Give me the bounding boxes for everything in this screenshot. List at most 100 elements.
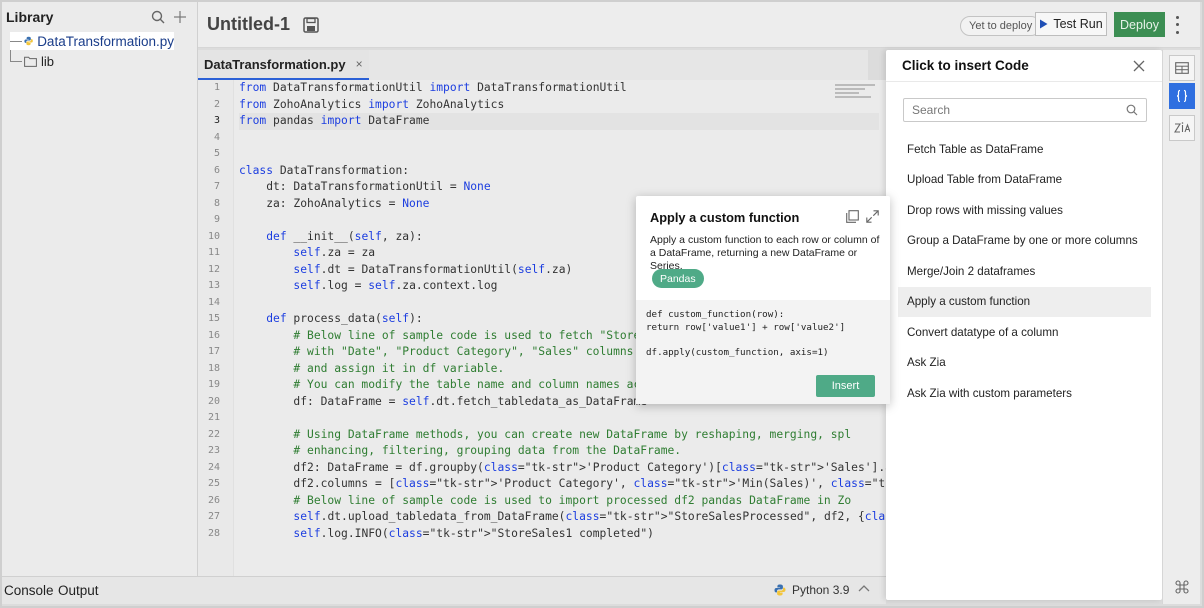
line-number: 27 <box>207 511 220 522</box>
copy-icon[interactable] <box>846 210 859 223</box>
python-icon <box>774 584 786 596</box>
table-icon[interactable] <box>1169 55 1195 81</box>
deploy-button[interactable]: Deploy <box>1114 12 1165 37</box>
snippet-item[interactable]: Apply a custom function <box>898 286 1151 317</box>
line-number: 10 <box>207 230 220 242</box>
code-line[interactable]: 22 # Using DataFrame methods, you can cr… <box>208 427 879 444</box>
line-number: 18 <box>207 362 220 374</box>
search-icon <box>1126 104 1138 116</box>
library-header: Library <box>2 2 197 32</box>
line-content: class DataTransformation: <box>239 163 410 177</box>
snippet-search-input[interactable] <box>903 98 1147 122</box>
output-tab[interactable]: Output <box>58 583 99 598</box>
line-number: 23 <box>207 445 220 456</box>
play-icon <box>1040 19 1048 29</box>
code-line[interactable]: 27 self.dt.upload_tabledata_from_DataFra… <box>208 509 886 526</box>
line-content: # Below line of sample code is used to f… <box>293 328 648 342</box>
line-number: 11 <box>207 247 220 258</box>
library-tag: Pandas <box>652 269 704 288</box>
search-icon[interactable] <box>147 6 169 28</box>
library-sidebar: Library DataTransformation.py lib <box>2 2 198 576</box>
line-content: # and assign it in df variable. <box>293 361 505 375</box>
line-number: 13 <box>207 280 220 291</box>
bottom-bar: Console Output Python 3.9 <box>2 576 886 604</box>
python-icon <box>24 36 33 46</box>
code-preview-text: def custom_function(row): return row['va… <box>646 309 846 358</box>
code-line[interactable]: 25 df2.columns = [class="tk-str">'Produc… <box>208 476 886 493</box>
page-title: Untitled-1 <box>207 14 290 34</box>
code-line[interactable]: 6 class DataTransformation: <box>214 163 879 180</box>
snippet-item[interactable]: Group a DataFrame by one or more columns <box>898 226 1151 257</box>
line-content: df: DataFrame = self.dt.fetch_tabledata_… <box>239 394 648 408</box>
code-line[interactable]: 5 <box>214 146 879 163</box>
insert-code-panel: Click to insert Code Fetch Table as Data… <box>886 50 1162 600</box>
console-tab[interactable]: Console <box>4 583 54 598</box>
code-line[interactable]: 28 self.log.INFO(class="tk-str">"StoreSa… <box>208 526 879 543</box>
line-number: 3 <box>213 115 220 126</box>
snippet-item[interactable]: Upload Table from DataFrame <box>898 165 1151 196</box>
close-icon[interactable] <box>1132 59 1146 73</box>
line-content: def __init__(self, za): <box>266 229 423 243</box>
snippet-item[interactable]: Fetch Table as DataFrame <box>898 134 1151 165</box>
line-content: def process_data(self): <box>266 312 423 325</box>
expand-icon[interactable] <box>866 210 879 223</box>
code-line[interactable]: 21 <box>208 410 879 427</box>
test-run-button[interactable]: Test Run <box>1035 12 1107 36</box>
line-content: from DataTransformationUtil import DataT… <box>239 81 627 94</box>
file-item-datatransformation[interactable]: DataTransformation.py <box>10 32 174 50</box>
deploy-status-badge: Yet to deploy <box>960 16 1042 36</box>
line-number: 26 <box>207 494 220 506</box>
code-line[interactable]: 3 from pandas import DataFrame <box>214 113 879 130</box>
file-label: DataTransformation.py <box>37 33 174 49</box>
panel-title: Click to insert Code <box>902 58 1029 73</box>
minimap[interactable] <box>835 82 883 110</box>
line-number: 21 <box>207 412 220 423</box>
snippet-item[interactable]: Drop rows with missing values <box>898 195 1151 226</box>
line-number: 5 <box>213 148 220 159</box>
line-number: 9 <box>213 214 220 225</box>
line-number: 24 <box>207 461 220 473</box>
line-content: # Below line of sample code is used to i… <box>293 493 852 507</box>
snippet-item[interactable]: Merge/Join 2 dataframes <box>898 256 1151 287</box>
add-icon[interactable] <box>169 6 191 28</box>
python-version[interactable]: Python 3.9 <box>774 583 849 597</box>
command-icon[interactable] <box>1169 574 1195 600</box>
code-line[interactable]: 2 from ZohoAnalytics import ZohoAnalytics <box>214 97 879 114</box>
folder-item-lib[interactable]: lib <box>10 52 197 70</box>
code-line[interactable]: 26 # Below line of sample code is used t… <box>208 493 879 510</box>
chevron-up-icon[interactable] <box>858 584 870 592</box>
code-line[interactable]: 23 # enhancing, filtering, grouping data… <box>208 443 879 460</box>
code-line[interactable]: 24 df2: DataFrame = df.groupby(class="tk… <box>208 460 886 477</box>
insert-button[interactable]: Insert <box>816 375 875 397</box>
more-options-icon[interactable] <box>1172 14 1182 36</box>
code-line[interactable]: 1 from DataTransformationUtil import Data… <box>214 80 879 97</box>
line-content: za: ZohoAnalytics = None <box>239 196 430 210</box>
line-number: 28 <box>207 527 220 539</box>
line-content: from ZohoAnalytics import ZohoAnalytics <box>239 97 505 111</box>
code-line[interactable]: 7 dt: DataTransformationUtil = None <box>214 179 879 196</box>
code-snippet-icon[interactable] <box>1169 83 1195 109</box>
close-tab-icon[interactable]: × <box>356 57 363 71</box>
save-icon[interactable] <box>302 16 320 34</box>
editor-tabs: DataTransformation.py × <box>198 50 868 80</box>
line-number: 25 <box>207 478 220 489</box>
tab-datatransformation[interactable]: DataTransformation.py × <box>198 50 369 80</box>
snippet-item[interactable]: Ask Zia with custom parameters <box>898 378 1151 409</box>
popover-description: Apply a custom function to each row or c… <box>650 234 880 272</box>
line-number: 2 <box>213 98 220 110</box>
zia-icon[interactable] <box>1169 115 1195 141</box>
line-number: 7 <box>213 181 220 192</box>
line-number: 20 <box>207 395 220 407</box>
line-content: self.log = self.za.context.log <box>293 279 498 292</box>
test-run-label: Test Run <box>1053 17 1103 31</box>
snippet-item[interactable]: Convert datatype of a column <box>898 317 1151 348</box>
line-number: 22 <box>207 428 220 440</box>
panel-header: Click to insert Code <box>886 50 1162 82</box>
tab-label: DataTransformation.py <box>204 56 346 72</box>
snippet-item[interactable]: Ask Zia <box>898 348 1151 379</box>
line-number: 15 <box>207 313 220 324</box>
library-title: Library <box>6 9 54 25</box>
file-tree: DataTransformation.py lib <box>2 32 197 70</box>
line-number: 1 <box>213 82 220 93</box>
code-line[interactable]: 4 <box>214 130 879 147</box>
